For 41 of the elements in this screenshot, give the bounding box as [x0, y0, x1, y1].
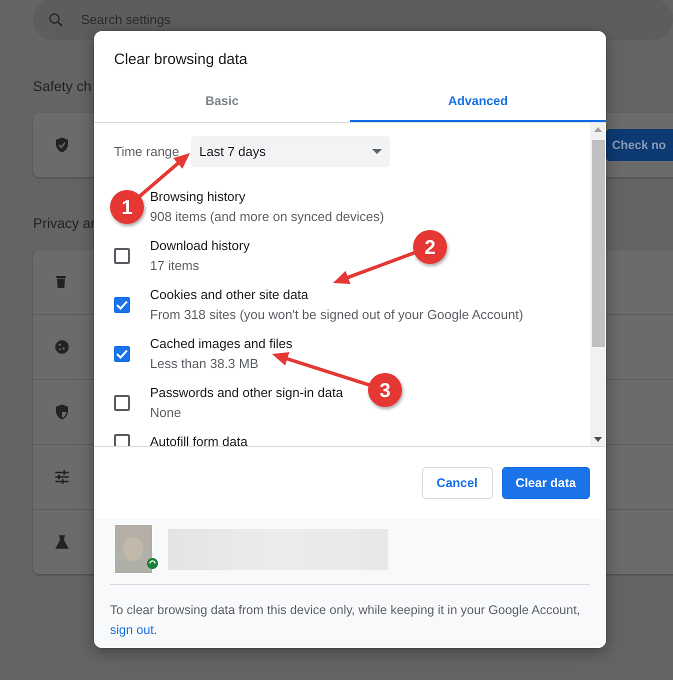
item-title: Passwords and other sign-in data	[150, 384, 343, 402]
dialog-title: Clear browsing data	[113, 50, 248, 70]
item-description: 908 items (and more on synced devices)	[150, 208, 384, 226]
section-heading: Privacy ar	[33, 214, 96, 233]
checkbox[interactable]	[114, 297, 130, 313]
flask-icon	[53, 533, 71, 551]
footer-note: To clear browsing data from this device only, while keeping it in your Google Account, sign out.	[110, 602, 582, 639]
checkbox[interactable]	[114, 346, 130, 362]
item-description: Less than 38.3 MB	[150, 355, 260, 373]
time-range-dropdown[interactable]: Last 7 days	[191, 136, 390, 167]
item-title: Cookies and other site data	[150, 286, 310, 304]
shield-check-icon	[53, 136, 71, 154]
item-description: None	[150, 404, 182, 422]
tab[interactable]: Basic	[94, 89, 350, 122]
check-now-button[interactable]: Check no	[606, 129, 673, 161]
item-description: From 318 sites (you won't be signed out of your Google Account)	[150, 306, 524, 324]
item-title: Autofill form data	[150, 433, 248, 446]
number-badge: 1	[110, 190, 144, 224]
checkbox[interactable]	[114, 395, 130, 411]
number-badge: 2	[413, 230, 447, 264]
section-heading: Safety ch	[33, 77, 92, 96]
number-badge: 3	[368, 373, 402, 407]
scroll-down-arrow-icon[interactable]	[594, 437, 602, 442]
cookie-icon	[53, 338, 71, 356]
checkbox[interactable]	[114, 248, 130, 264]
item-title: Cached images and files	[150, 335, 292, 353]
item-description: 17 items	[150, 257, 200, 275]
tab[interactable]: Advanced	[350, 89, 606, 122]
dropdown-caret-icon	[372, 149, 382, 154]
sliders-icon	[53, 468, 71, 486]
search-icon	[47, 10, 65, 28]
item-title: Download history	[150, 237, 250, 255]
clear-data-button[interactable]: Clear data	[502, 467, 590, 499]
time-range-label: Time range	[114, 144, 180, 159]
sync-badge-icon	[147, 558, 158, 569]
checkbox[interactable]	[114, 434, 130, 446]
cancel-button[interactable]: Cancel	[422, 467, 493, 499]
item-title: Browsing history	[150, 188, 246, 206]
scrollbar[interactable]	[590, 123, 606, 446]
shield-icon	[53, 403, 71, 421]
sign-out-link[interactable]: sign out	[110, 622, 154, 636]
